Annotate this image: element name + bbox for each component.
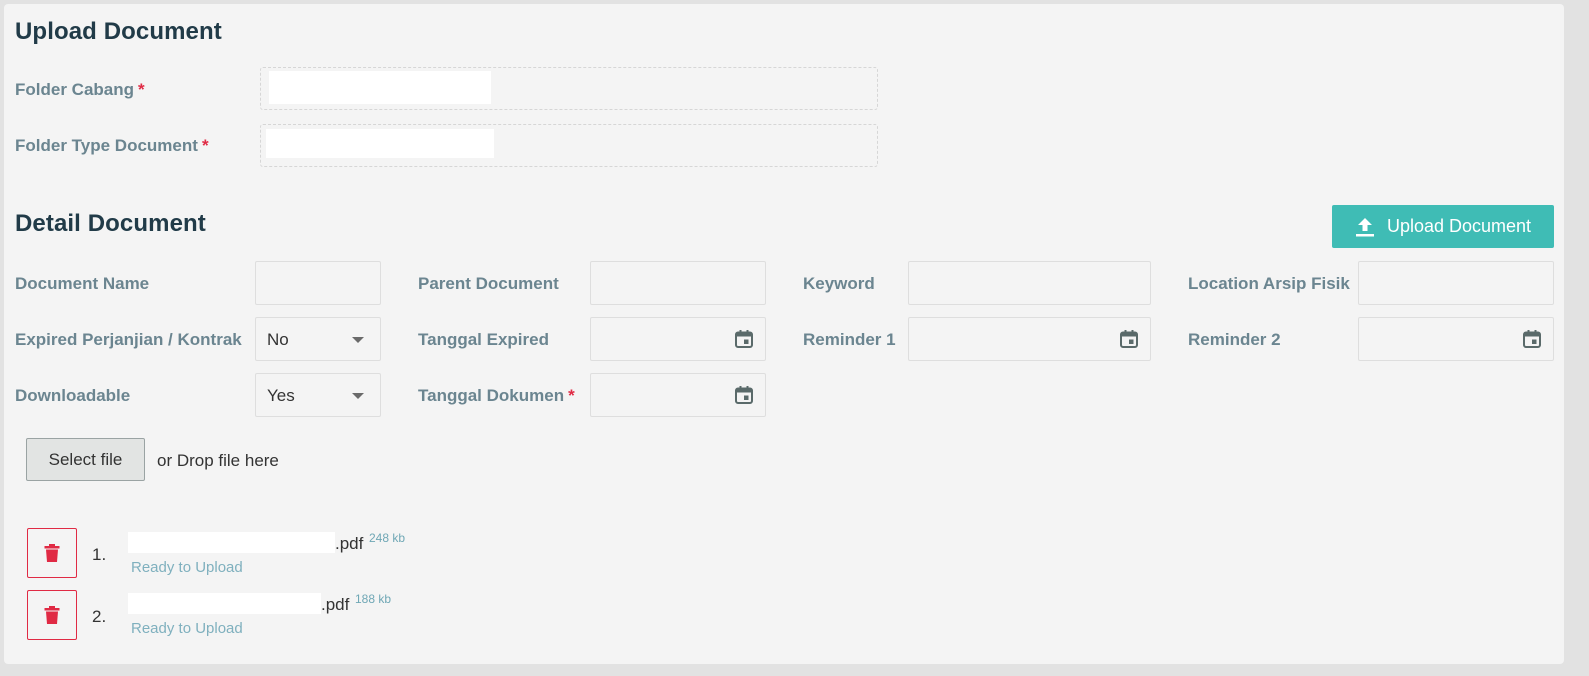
reminder-1-input[interactable]: [908, 317, 1151, 361]
file-extension: .pdf: [335, 534, 364, 553]
calendar-icon[interactable]: [734, 385, 754, 405]
select-file-button[interactable]: Select file: [26, 438, 145, 481]
tanggal-dokumen-input[interactable]: [590, 373, 766, 417]
tanggal-expired-label: Tanggal Expired: [418, 330, 549, 349]
folder-cabang-label-text: Folder Cabang: [15, 80, 135, 99]
expired-perjanjian-value: No: [267, 330, 289, 349]
tanggal-expired-input[interactable]: [590, 317, 766, 361]
upload-icon: [1355, 217, 1374, 236]
chevron-down-icon: [352, 337, 364, 343]
location-arsip-label: Location Arsip Fisik: [1188, 274, 1350, 293]
upload-document-button-label: Upload Document: [1386, 216, 1532, 236]
file-status: Ready to Upload: [131, 620, 243, 637]
keyword-label: Keyword: [803, 274, 875, 293]
trash-icon: [44, 605, 60, 624]
file-size: 188 kb: [355, 592, 392, 606]
expired-perjanjian-label: Expired Perjanjian / Kontrak: [15, 330, 242, 349]
delete-file-button[interactable]: [27, 590, 77, 640]
parent-document-label: Parent Document: [418, 274, 559, 293]
folder-cabang-label: Folder Cabang *: [15, 80, 145, 100]
folder-cabang-dropzone[interactable]: [260, 67, 878, 110]
keyword-input[interactable]: [908, 261, 1151, 305]
downloadable-label: Downloadable: [15, 386, 131, 405]
reminder-1-label: Reminder 1: [803, 330, 896, 349]
file-extension: .pdf: [321, 595, 350, 614]
expired-perjanjian-select[interactable]: No: [255, 317, 381, 361]
upload-panel: Upload Document Folder Cabang * Folder Ty…: [4, 4, 1564, 664]
document-name-input[interactable]: [255, 261, 381, 305]
detail-section-title: Detail Document: [15, 210, 206, 237]
upload-section-title: Upload Document: [15, 18, 222, 45]
calendar-icon[interactable]: [1119, 329, 1139, 349]
calendar-icon[interactable]: [734, 329, 754, 349]
file-index: 2.: [92, 607, 107, 626]
upload-document-button[interactable]: Upload Document: [1332, 205, 1554, 248]
file-index: 1.: [92, 545, 107, 564]
downloadable-select[interactable]: Yes: [255, 373, 381, 417]
file-size: 248 kb: [369, 531, 406, 545]
file-name-redacted: [128, 532, 335, 553]
tanggal-dokumen-label-text: Tanggal Dokumen: [418, 386, 565, 405]
location-arsip-input[interactable]: [1358, 261, 1554, 305]
chevron-down-icon: [352, 393, 364, 399]
folder-type-dropzone[interactable]: [260, 124, 878, 167]
parent-document-input[interactable]: [590, 261, 766, 305]
reminder-2-input[interactable]: [1358, 317, 1554, 361]
drop-file-text: or Drop file here: [157, 451, 279, 470]
folder-type-label: Folder Type Document *: [15, 136, 209, 156]
reminder-2-label: Reminder 2: [1188, 330, 1281, 349]
calendar-icon[interactable]: [1522, 329, 1542, 349]
required-mark: *: [201, 136, 209, 155]
required-mark: *: [138, 80, 145, 99]
file-status: Ready to Upload: [131, 559, 243, 576]
delete-file-button[interactable]: [27, 528, 77, 578]
folder-type-input[interactable]: [266, 129, 494, 158]
required-mark: *: [568, 386, 575, 405]
tanggal-dokumen-label: Tanggal Dokumen *: [418, 386, 575, 406]
document-name-label: Document Name: [15, 274, 150, 293]
trash-icon: [44, 543, 60, 562]
file-name-redacted: [128, 593, 321, 614]
folder-cabang-input[interactable]: [269, 71, 491, 104]
downloadable-value: Yes: [267, 386, 295, 405]
folder-type-label-text: Folder Type Document: [15, 136, 198, 155]
